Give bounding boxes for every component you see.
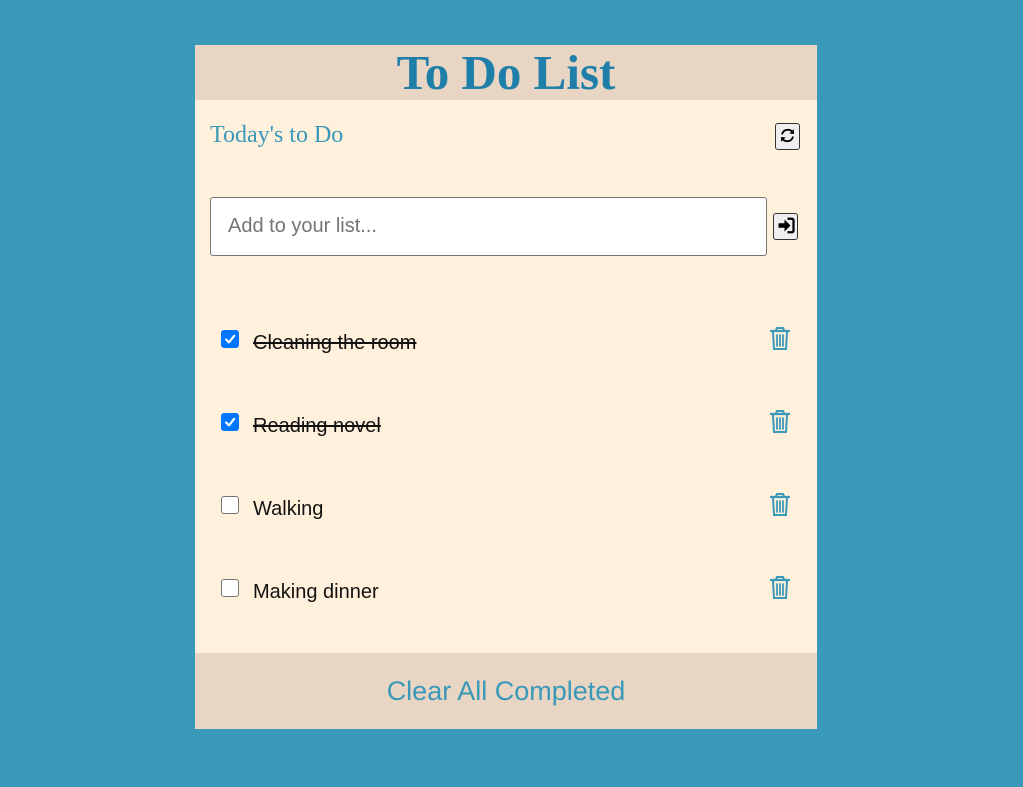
section-title: Today's to Do (210, 122, 344, 148)
todo-checkbox[interactable] (221, 330, 239, 348)
todo-item: Making dinner (195, 549, 817, 632)
app-header: To Do List (195, 45, 817, 100)
todo-item: Walking (195, 466, 817, 549)
refresh-icon (779, 127, 796, 147)
todo-checkbox[interactable] (221, 496, 239, 514)
todo-checkbox[interactable] (221, 579, 239, 597)
trash-icon[interactable] (769, 326, 791, 352)
sign-in-icon (777, 217, 795, 237)
todo-checkbox[interactable] (221, 413, 239, 431)
todo-item: Reading novel (195, 383, 817, 466)
todo-list: Cleaning the room Reading novel Walking Mak… (195, 300, 817, 632)
todo-item-label: Making dinner (253, 581, 379, 603)
clear-completed-label: Clear All Completed (386, 675, 626, 706)
add-item-button[interactable] (773, 213, 798, 240)
todo-item-label: Walking (253, 498, 324, 520)
trash-icon[interactable] (769, 492, 791, 518)
todo-app: To Do List Today's to Do Cleaning the ro… (195, 45, 817, 729)
trash-icon[interactable] (769, 575, 791, 601)
page-title: To Do List (396, 45, 616, 100)
add-item-input[interactable] (210, 197, 767, 256)
todo-item: Cleaning the room (195, 300, 817, 383)
clear-completed-button[interactable]: Clear All Completed (195, 653, 817, 729)
todo-item-label: Reading novel (253, 415, 381, 437)
todo-item-label: Cleaning the room (253, 332, 417, 354)
trash-icon[interactable] (769, 409, 791, 435)
refresh-button[interactable] (775, 123, 800, 150)
